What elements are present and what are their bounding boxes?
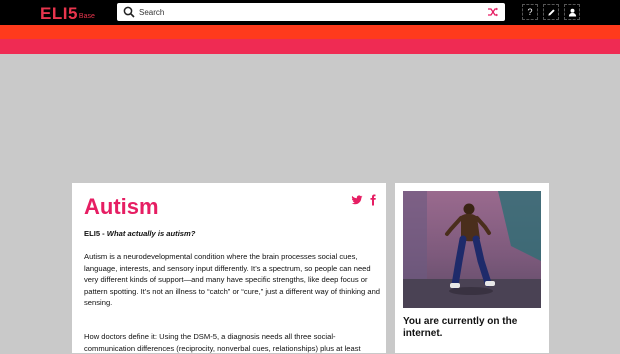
edit-button[interactable]: [543, 4, 559, 20]
top-navigation-bar: ELI5 Base ?: [0, 0, 620, 25]
search-icon: [123, 6, 135, 18]
article-title: Autism: [84, 194, 159, 219]
help-icon: ?: [527, 7, 533, 17]
article-subtitle: ELI5 - What actually is autism?: [84, 229, 195, 239]
eli5-logo[interactable]: ELI5 Base: [40, 2, 95, 23]
logo-main-text: ELI5: [40, 4, 78, 23]
accent-band-top: [0, 25, 620, 39]
search-input[interactable]: [139, 3, 479, 21]
twitter-icon[interactable]: [351, 194, 363, 206]
account-button[interactable]: [564, 4, 580, 20]
subtitle-question: What actually is autism?: [106, 229, 196, 238]
pencil-icon: [547, 8, 555, 16]
user-icon: [568, 8, 576, 17]
logo-sub-text: Base: [78, 13, 95, 20]
article-card: Autism ELI5 - What actually is autism? A…: [72, 183, 386, 353]
sidebar-caption: You are currently on the internet.: [403, 316, 518, 339]
accent-band-bottom: [0, 39, 620, 54]
subtitle-prefix: ELI5 -: [84, 229, 107, 238]
shuffle-icon[interactable]: [487, 6, 499, 18]
facebook-icon[interactable]: [367, 194, 379, 206]
help-button[interactable]: ?: [522, 4, 538, 20]
dancing-man-gif: [403, 191, 541, 308]
search-bar: [117, 3, 505, 21]
sidebar-card: You are currently on the internet.: [395, 183, 549, 353]
article-paragraph-1: Autism is a neurodevelopmental condition…: [84, 252, 381, 308]
